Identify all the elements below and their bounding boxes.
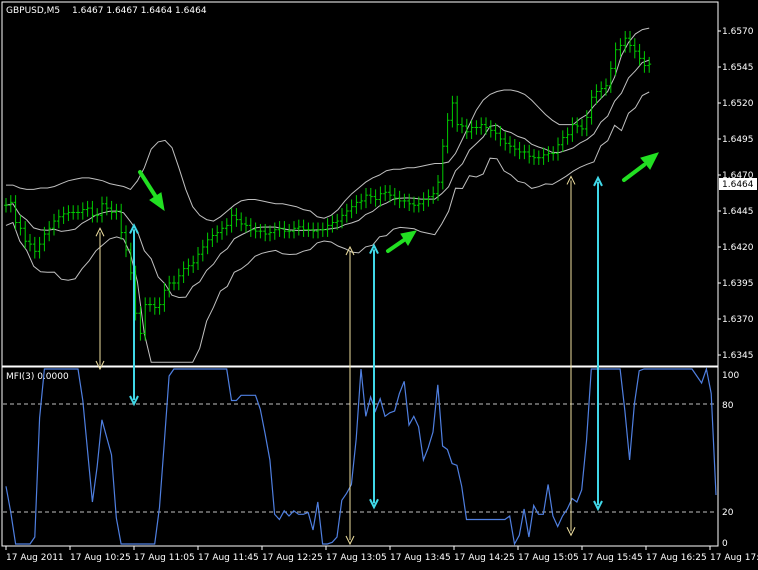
mfi-level-0-label: 0 xyxy=(722,539,728,549)
price-tick-label: 1.6345 xyxy=(722,351,754,361)
time-tick-label: 17 Aug 2011 xyxy=(6,553,64,563)
time-tick-label: 17 Aug 12:25 xyxy=(262,553,323,563)
price-tick-label: 1.6420 xyxy=(722,243,754,253)
current-price-label: 1.6464 xyxy=(722,180,754,190)
mfi-level-100-label: 100 xyxy=(722,371,739,381)
price-tick-label: 1.6570 xyxy=(722,27,754,37)
time-tick-label: 17 Aug 13:45 xyxy=(390,553,451,563)
price-tick-label: 1.6445 xyxy=(722,207,754,217)
mfi-level-20-label: 20 xyxy=(722,508,734,518)
price-tick-label: 1.6545 xyxy=(722,63,754,73)
time-tick-label: 17 Aug 15:45 xyxy=(582,553,643,563)
chart-symbol-timeframe: GBPUSD,M5 xyxy=(6,6,60,16)
time-tick-label: 17 Aug 11:45 xyxy=(198,553,259,563)
time-tick-label: 17 Aug 16:25 xyxy=(646,553,707,563)
time-tick-label: 17 Aug 15:05 xyxy=(518,553,579,563)
time-tick-label: 17 Aug 13:05 xyxy=(326,553,387,563)
price-tick-label: 1.6495 xyxy=(722,135,754,145)
time-tick-label: 17 Aug 11:05 xyxy=(134,553,195,563)
time-tick-label: 17 Aug 17:05 xyxy=(710,553,758,563)
mfi-level-80-label: 80 xyxy=(722,401,734,411)
time-tick-label: 17 Aug 10:25 xyxy=(70,553,131,563)
time-tick-label: 17 Aug 14:25 xyxy=(454,553,515,563)
trading-chart[interactable]: 1.65701.65451.65201.64951.64701.64451.64… xyxy=(0,0,758,570)
price-tick-label: 1.6395 xyxy=(722,279,754,289)
price-tick-label: 1.6370 xyxy=(722,315,754,325)
chart-ohlc-readout: 1.6467 1.6467 1.6464 1.6464 xyxy=(72,6,207,16)
indicator-label: MFI(3) 0.0000 xyxy=(6,372,69,382)
price-tick-label: 1.6520 xyxy=(722,99,754,109)
